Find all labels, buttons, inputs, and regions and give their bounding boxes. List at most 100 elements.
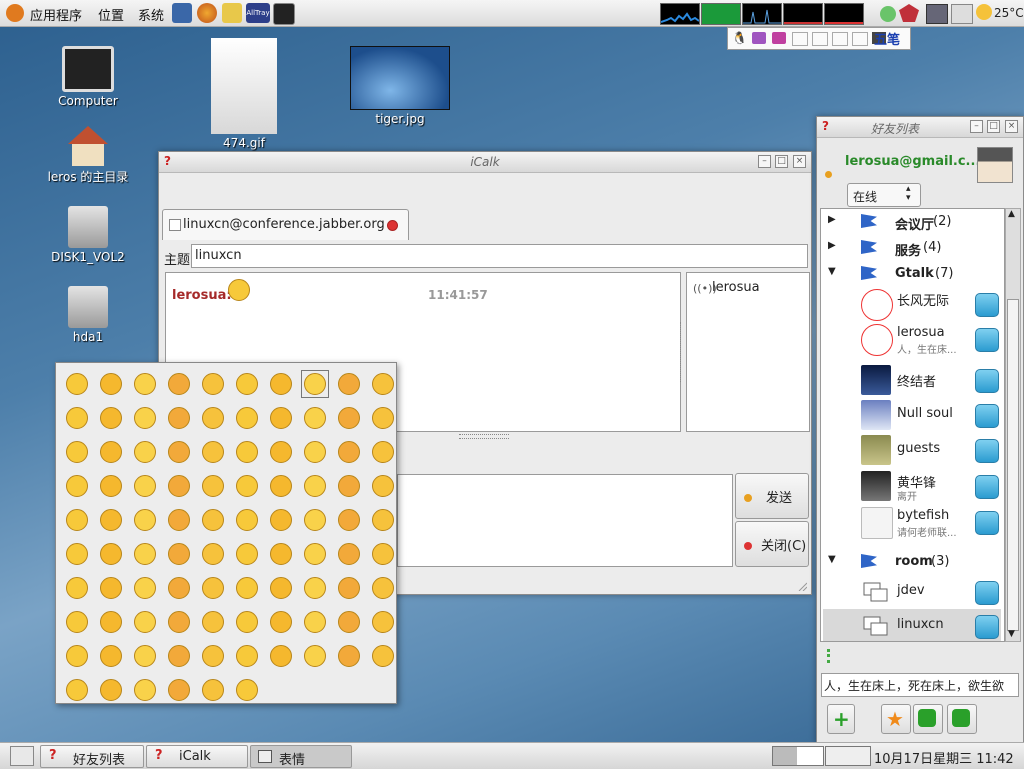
desktop-icon-computer[interactable]: Computer: [43, 46, 133, 108]
emoticon-icon[interactable]: [94, 367, 128, 401]
emoticon-icon[interactable]: [332, 639, 366, 673]
desktop-icon-home[interactable]: leros 的主目录: [43, 126, 133, 185]
im-mode-icon[interactable]: [752, 32, 766, 44]
voice-call-icon[interactable]: [975, 475, 999, 499]
emoticon-icon[interactable]: [264, 503, 298, 537]
notes-icon[interactable]: [951, 4, 973, 24]
emoticon-icon[interactable]: [332, 537, 366, 571]
emoticon-icon[interactable]: [128, 367, 162, 401]
im-link-icon[interactable]: [832, 32, 848, 46]
voice-call-icon[interactable]: [975, 581, 999, 605]
emoticon-icon[interactable]: [162, 571, 196, 605]
buddy-item[interactable]: lerosua 人，生在床...: [823, 322, 1001, 356]
emoticon-icon[interactable]: [94, 605, 128, 639]
buddy-item[interactable]: guests: [823, 433, 1001, 467]
voice-call-icon[interactable]: [975, 404, 999, 428]
desktop-icon-disk1[interactable]: DISK1_VOL2: [43, 206, 133, 264]
emoticon-icon[interactable]: [162, 367, 196, 401]
emoticon-icon[interactable]: [128, 537, 162, 571]
scroll-up-icon[interactable]: ▲: [1008, 209, 1015, 219]
close-icon[interactable]: ×: [1005, 120, 1018, 133]
emoticon-icon[interactable]: [196, 435, 230, 469]
tab-close-icon[interactable]: [387, 220, 398, 231]
video-call-button[interactable]: [947, 704, 977, 734]
emoticon-icon[interactable]: [264, 639, 298, 673]
im-abc-icon[interactable]: [812, 32, 828, 46]
group-row[interactable]: ▶ 服务 (4): [823, 235, 1003, 261]
user-avatar[interactable]: [977, 147, 1013, 183]
emoticon-icon[interactable]: [230, 571, 264, 605]
buddy-tree[interactable]: ▶ 会议厅 (2) ▶ 服务 (4) ▼ Gtalk (7) 长风无际 lero…: [820, 208, 1005, 642]
emoticon-icon[interactable]: [264, 401, 298, 435]
room-item[interactable]: jdev: [823, 575, 1001, 609]
emoticon-icon[interactable]: [60, 639, 94, 673]
emoticon-icon[interactable]: [60, 367, 94, 401]
signature-field[interactable]: 人，生在床上，死在床上，欲生欲: [821, 673, 1019, 697]
firefox-icon[interactable]: [197, 3, 217, 23]
expand-arrow-icon[interactable]: ▶: [828, 240, 836, 251]
pane-splitter-horizontal[interactable]: [459, 434, 509, 439]
minimize-icon[interactable]: –: [970, 120, 983, 133]
emoticon-icon[interactable]: [366, 503, 400, 537]
scroll-down-icon[interactable]: ▼: [1008, 629, 1015, 639]
emoticon-icon[interactable]: [196, 605, 230, 639]
emoticon-icon[interactable]: [264, 435, 298, 469]
buddy-titlebar[interactable]: ? 好友列表 – □ ×: [817, 117, 1023, 138]
emoticon-icon[interactable]: [298, 639, 332, 673]
terminal-icon[interactable]: [273, 3, 295, 25]
emoticon-icon[interactable]: [230, 367, 264, 401]
buddy-item[interactable]: 终结者: [823, 363, 1001, 397]
emoticon-icon[interactable]: [366, 639, 400, 673]
emoticon-icon[interactable]: [298, 605, 332, 639]
emoticon-icon[interactable]: [230, 435, 264, 469]
workspace-switcher[interactable]: [772, 746, 824, 766]
penguin-icon[interactable]: 🐧: [732, 31, 747, 45]
emoticon-icon[interactable]: [366, 401, 400, 435]
resize-grip-icon[interactable]: [797, 580, 808, 592]
pane-splitter[interactable]: [827, 649, 834, 663]
emoticon-icon[interactable]: [94, 571, 128, 605]
folder-icon[interactable]: [222, 3, 242, 23]
emoticon-icon[interactable]: [230, 639, 264, 673]
workspace-2[interactable]: [825, 746, 871, 766]
emoticon-icon[interactable]: [162, 673, 196, 707]
emoticon-icon[interactable]: [60, 673, 94, 707]
emoticon-icon[interactable]: [196, 639, 230, 673]
buddy-item[interactable]: Null soul: [823, 398, 1001, 432]
emoticon-icon[interactable]: [60, 571, 94, 605]
emoticon-icon[interactable]: [94, 639, 128, 673]
buddy-item[interactable]: bytefish 请何老师联...: [823, 505, 1001, 539]
emoticon-icon[interactable]: [332, 401, 366, 435]
emoticon-icon[interactable]: [162, 435, 196, 469]
voice-call-icon[interactable]: [975, 511, 999, 535]
emoticon-icon[interactable]: [332, 435, 366, 469]
taskbar-item-buddy-list[interactable]: ? 好友列表: [40, 745, 144, 768]
emoticon-icon[interactable]: [162, 537, 196, 571]
emoticon-icon[interactable]: [298, 571, 332, 605]
emoticon-icon[interactable]: [162, 401, 196, 435]
voice-call-icon[interactable]: [975, 615, 999, 639]
emoticon-icon[interactable]: [332, 367, 366, 401]
emoticon-icon[interactable]: [298, 435, 332, 469]
emoticon-icon[interactable]: [60, 605, 94, 639]
emoticon-icon[interactable]: [230, 537, 264, 571]
group-row[interactable]: ▼ room (3): [823, 549, 1003, 575]
emoticon-icon[interactable]: [196, 503, 230, 537]
emoticon-icon[interactable]: [298, 503, 332, 537]
emoticon-icon[interactable]: [196, 469, 230, 503]
favorite-button[interactable]: ★: [881, 704, 911, 734]
desktop-icon-tiger[interactable]: tiger.jpg: [346, 46, 454, 126]
im-trad-icon[interactable]: [852, 32, 868, 46]
collapse-arrow-icon[interactable]: ▼: [828, 554, 836, 565]
emoticon-icon[interactable]: [128, 673, 162, 707]
room-item[interactable]: linuxcn: [823, 609, 1001, 641]
menu-system[interactable]: 系统: [138, 5, 164, 24]
show-desktop-icon[interactable]: [10, 746, 34, 766]
emoticon-icon[interactable]: [366, 367, 400, 401]
emoticon-icon[interactable]: [128, 639, 162, 673]
tab-conference[interactable]: linuxcn@conference.jabber.org: [162, 209, 409, 240]
maximize-icon[interactable]: □: [775, 155, 788, 168]
emoticon-icon[interactable]: [162, 639, 196, 673]
im-punct-icon[interactable]: [772, 32, 786, 44]
emoticon-icon[interactable]: [162, 469, 196, 503]
